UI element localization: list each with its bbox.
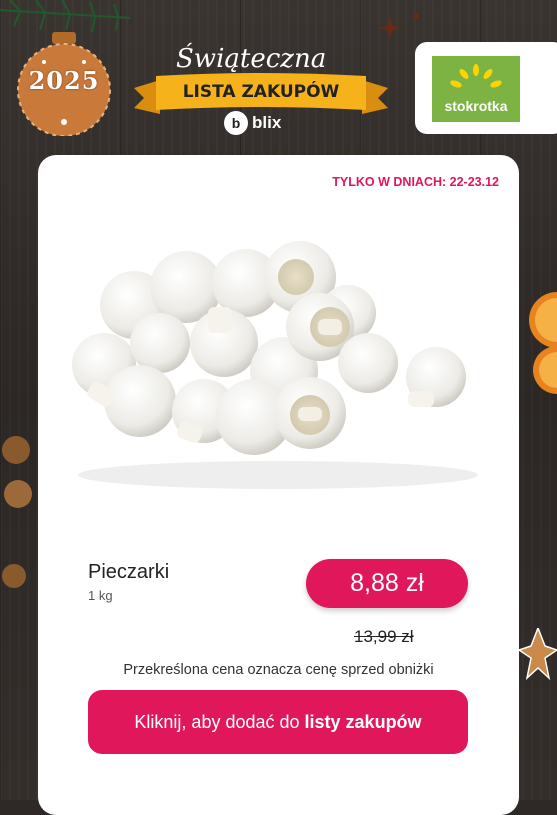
add-to-list-button[interactable]: Kliknij, aby dodać do listy zakupów bbox=[88, 690, 468, 754]
daisy-icon bbox=[450, 64, 502, 88]
store-name: stokrotka bbox=[444, 98, 508, 114]
gingerbread-icon bbox=[519, 628, 557, 681]
old-price: 13,99 zł bbox=[354, 627, 414, 646]
product-quantity: 1 kg bbox=[88, 588, 113, 603]
product-card: TYLKO W DNIACH: 22-23.12 Pieczarki 1 kg … bbox=[38, 155, 519, 815]
blix-brand: b blix bbox=[224, 111, 281, 135]
cta-prefix: Kliknij, aby dodać do bbox=[134, 711, 300, 732]
promo-dates: TYLKO W DNIACH: 22-23.12 bbox=[332, 175, 499, 189]
cta-bold: listy zakupów bbox=[304, 711, 422, 732]
product-name: Pieczarki bbox=[88, 561, 170, 583]
walnut-icon bbox=[2, 436, 32, 588]
blix-logo-icon: b bbox=[224, 111, 248, 135]
blix-text: blix bbox=[252, 113, 282, 132]
price-badge: 8,88 zł bbox=[306, 559, 468, 608]
star-anise-icon bbox=[378, 13, 419, 40]
mushrooms-image bbox=[72, 241, 478, 489]
orange-slice-icon bbox=[529, 292, 557, 394]
price-note: Przekreślona cena oznacza cenę sprzed ob… bbox=[123, 662, 434, 678]
banner-subtitle: LISTA ZAKUPÓW bbox=[182, 82, 340, 102]
store-logo: stokrotka bbox=[432, 56, 520, 122]
ornament-year: 2025 bbox=[28, 66, 100, 95]
